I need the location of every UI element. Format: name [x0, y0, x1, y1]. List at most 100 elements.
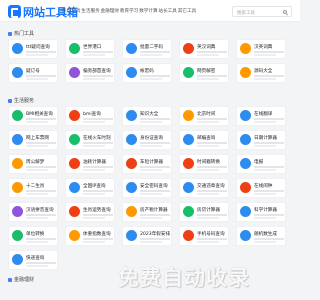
section-icon	[8, 277, 12, 282]
tool-card[interactable]: 周公解梦	[8, 154, 58, 174]
tool-name: 科学计算器	[254, 208, 277, 213]
tool-description-line	[140, 78, 162, 80]
tool-card[interactable]: 帐宏码	[122, 63, 172, 83]
tool-card[interactable]: 车险计算器	[122, 154, 172, 174]
tool-card[interactable]: 在线翻译	[236, 106, 286, 126]
tool-card[interactable]: ttt疑问查询	[8, 39, 58, 59]
tool-card[interactable]: 时间戳转换	[179, 154, 229, 174]
tool-card[interactable]: 偏旁部首查询	[65, 63, 115, 83]
lock-icon	[183, 67, 194, 78]
tool-card[interactable]: 日期计算器	[236, 130, 286, 150]
tool-card[interactable]: 北京时间	[179, 106, 229, 126]
tool-card[interactable]: 知识大全	[122, 106, 172, 126]
tool-name: 网页解密	[197, 69, 216, 74]
tool-description-line	[26, 190, 56, 192]
tool-card[interactable]: 科学计算器	[236, 202, 286, 222]
tool-name: 油耗计算器	[83, 160, 106, 165]
tool-name: 电报	[254, 160, 264, 165]
tool-card[interactable]: 单位转换	[8, 226, 58, 246]
tool-card[interactable]: BMI相关查询	[8, 106, 58, 126]
tool-card[interactable]: 世界港口	[65, 39, 115, 59]
tool-description-line	[26, 145, 48, 147]
tool-card[interactable]: 在线火车时刻	[65, 130, 115, 150]
tool-card[interactable]: 疑订号	[8, 63, 58, 83]
tool-description-line	[26, 265, 48, 267]
tool-name: 身份证查询	[140, 136, 163, 141]
nav-item-hot-tools[interactable]: 热门工具	[62, 8, 81, 14]
tool-card[interactable]: 房产税计算器	[122, 202, 172, 222]
tool-card[interactable]: 网上车票网	[8, 130, 58, 150]
alarm-icon	[240, 182, 251, 193]
tool-description-line	[83, 54, 105, 56]
tool-card[interactable]: 源码大全	[236, 63, 286, 83]
tool-name: 手机号码查询	[197, 232, 225, 237]
tool-card[interactable]: 全国IP查询	[65, 178, 115, 198]
tool-card[interactable]: 十二生肖	[8, 178, 58, 198]
anchor-icon	[69, 43, 80, 54]
tool-name: 2023年假安排	[140, 232, 171, 237]
tool-name: 知识大全	[140, 112, 159, 117]
section-icon	[8, 98, 12, 103]
tool-description-line	[140, 193, 162, 195]
tool-description-line	[26, 241, 48, 243]
scale-icon	[69, 230, 80, 241]
tool-name: 北京时间	[197, 112, 216, 117]
tool-description-line	[254, 51, 284, 53]
tool-description-line	[197, 169, 219, 171]
tool-card[interactable]: 快递查询	[8, 250, 58, 270]
tool-description-line	[26, 54, 48, 56]
tool-description-line	[140, 145, 162, 147]
tool-description-line	[83, 78, 105, 80]
search-input[interactable]: 搜索工具	[232, 6, 292, 17]
tool-card[interactable]: 2023年假安排	[122, 226, 172, 246]
tool-card[interactable]: 英汉词典	[179, 39, 229, 59]
tool-description-line	[197, 118, 227, 120]
nav-item-webmaster[interactable]: 站长工具	[158, 8, 177, 14]
search-icon[interactable]	[283, 9, 287, 14]
tool-description-line	[254, 238, 284, 240]
tool-card[interactable]: 在线闹钟	[236, 178, 286, 198]
tool-card[interactable]: 邮编查询	[179, 130, 229, 150]
tool-card[interactable]: 生肖运势查询	[65, 202, 115, 222]
tool-name: 在线闹钟	[254, 184, 273, 189]
tool-name: 全国IP查询	[83, 184, 106, 189]
tool-name: 世界港口	[83, 45, 102, 50]
nav-item-other[interactable]: 其它工具	[178, 8, 197, 14]
tool-name: 源码大全	[254, 69, 273, 74]
tool-card[interactable]: 体重指数查询	[65, 226, 115, 246]
swap-icon	[12, 230, 23, 241]
id-icon	[126, 134, 137, 145]
tool-card[interactable]: 批量二字码	[122, 39, 172, 59]
tool-card[interactable]: 网页解密	[179, 63, 229, 83]
tool-card[interactable]: 汉英词典	[236, 39, 286, 59]
tool-name: 汉语拼音查询	[26, 208, 54, 213]
tool-card[interactable]: 随机数生成	[236, 226, 286, 246]
tool-card[interactable]: 安全密码查询	[122, 178, 172, 198]
tool-card[interactable]: bmi查询	[65, 106, 115, 126]
tool-description-line	[83, 241, 105, 243]
tool-description-line	[140, 121, 162, 123]
tool-card[interactable]: 房贷计算器	[179, 202, 229, 222]
nav-item-life-services[interactable]: 生活服务	[81, 8, 100, 14]
tool-description-line	[254, 193, 276, 195]
key-icon	[126, 67, 137, 78]
nav-item-finance[interactable]: 金融理财	[101, 8, 120, 14]
nav-item-math[interactable]: 数学计算	[139, 8, 158, 14]
tool-card[interactable]: 汉语拼音查询	[8, 202, 58, 222]
nav-item-education[interactable]: 教育学习	[120, 8, 139, 14]
tool-card[interactable]: 电报	[236, 154, 286, 174]
tool-description-line	[83, 214, 113, 216]
tool-description-line	[83, 118, 113, 120]
tool-description-line	[140, 166, 170, 168]
tool-card[interactable]: 交通违章查询	[179, 178, 229, 198]
calendar-icon	[240, 134, 251, 145]
tool-card[interactable]: 油耗计算器	[65, 154, 115, 174]
tool-card[interactable]: 身份证查询	[122, 130, 172, 150]
tool-description-line	[26, 51, 56, 53]
top-header: 网站工具箱 热门工具 生活服务 金融理财 教育学习 数学计算 站长工具 其它工具…	[0, 0, 300, 22]
tool-description-line	[26, 214, 56, 216]
tool-description-line	[197, 241, 219, 243]
tool-card[interactable]: 手机号码查询	[179, 226, 229, 246]
section-title: 生活服务	[8, 97, 34, 104]
tool-description-line	[254, 190, 284, 192]
